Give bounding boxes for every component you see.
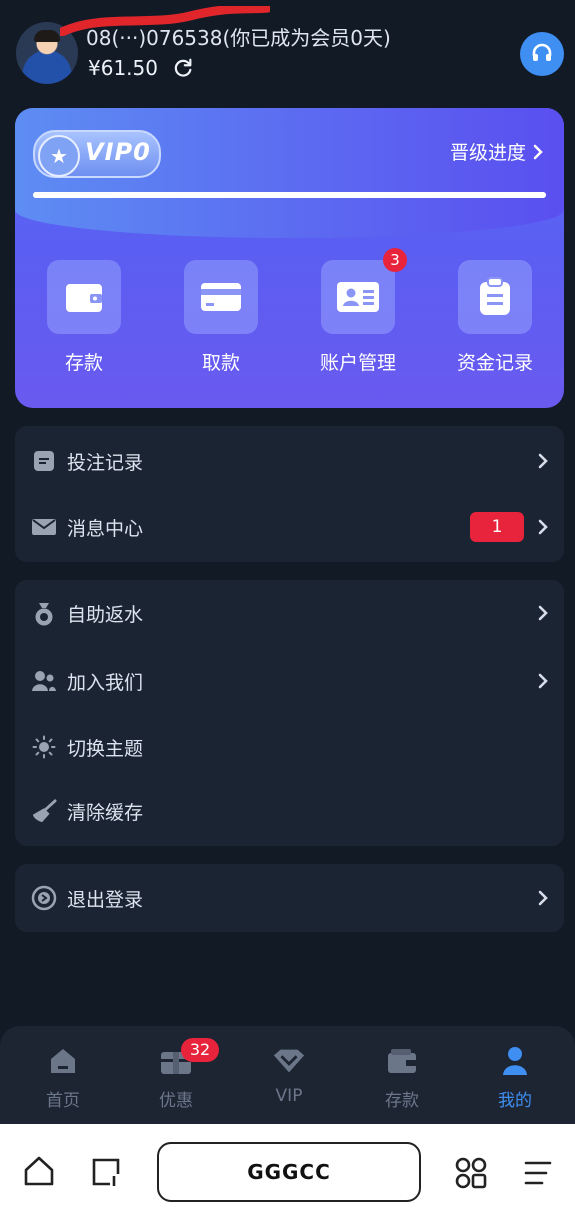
wallet-icon: [385, 1044, 419, 1078]
menu-item-join-us[interactable]: 加入我们: [15, 648, 564, 714]
promotions-count-badge: 32: [181, 1038, 219, 1062]
tab-deposit[interactable]: 存款: [357, 1044, 447, 1111]
tab-label: VIP: [275, 1086, 303, 1106]
chevron-right-icon: [538, 673, 548, 689]
chevron-right-icon: [538, 519, 548, 535]
chevron-right-icon: [538, 605, 548, 621]
menu-group-tools: 自助返水 加入我们 切换主题 清除缓存: [15, 580, 564, 846]
deposit-label: 存款: [64, 352, 103, 374]
tab-home[interactable]: 首页: [18, 1044, 108, 1111]
vip-progress-fill: [33, 192, 546, 198]
tab-label: 存款: [385, 1091, 419, 1111]
upgrade-progress-label: 晋级进度: [449, 142, 526, 164]
tab-label: 优惠: [159, 1091, 193, 1111]
home-icon: [46, 1044, 80, 1078]
envelope-icon: [31, 514, 57, 540]
vip-card: ★ VIP0 晋级进度 存款 取款 3 账户管理 资金记录: [15, 108, 564, 408]
sun-icon: [31, 734, 57, 760]
menu-item-self-rebate[interactable]: 自助返水: [15, 580, 564, 646]
tab-vip[interactable]: VIP: [244, 1044, 334, 1106]
chevron-right-icon: [533, 144, 543, 159]
menu-item-label: 切换主题: [67, 737, 144, 760]
customer-service-button[interactable]: [520, 32, 564, 76]
vip-level-text: VIP0: [85, 138, 151, 166]
unread-message-badge: 1: [470, 512, 524, 542]
fund-records-label: 资金记录: [456, 352, 533, 374]
vip-level-badge: ★ VIP0: [33, 130, 161, 178]
browser-toolbar: GGGCC: [0, 1124, 575, 1220]
apps-grid-icon[interactable]: [454, 1156, 488, 1190]
logout-icon: [31, 885, 57, 911]
fund-records-action[interactable]: 资金记录: [435, 260, 555, 375]
star-icon: ★: [38, 135, 80, 177]
refresh-icon[interactable]: [172, 57, 194, 79]
tab-label: 我的: [498, 1091, 532, 1111]
wallet-icon: [47, 260, 121, 334]
chevron-right-icon: [538, 890, 548, 906]
menu-item-label: 自助返水: [67, 603, 144, 626]
diamond-icon: [272, 1044, 306, 1078]
menu-item-bet-records[interactable]: 投注记录: [15, 428, 564, 494]
money-bag-icon: [31, 600, 57, 626]
redaction-scribble: [60, 6, 270, 36]
user-icon: [498, 1044, 532, 1078]
address-bar[interactable]: GGGCC: [157, 1142, 421, 1202]
menu-item-message-center[interactable]: 消息中心 1: [15, 494, 564, 560]
account-management-label: 账户管理: [319, 352, 396, 374]
account-notification-badge: 3: [383, 248, 407, 272]
tab-mine[interactable]: 我的: [470, 1044, 560, 1111]
menu-item-logout[interactable]: 退出登录: [15, 865, 564, 931]
home-icon[interactable]: [22, 1154, 56, 1188]
card-icon: [184, 260, 258, 334]
menu-item-label: 加入我们: [67, 671, 144, 694]
tabs-overview-icon[interactable]: [90, 1156, 122, 1188]
vip-progress-bar: [33, 192, 546, 198]
clipboard-icon: [458, 260, 532, 334]
withdraw-action[interactable]: 取款: [161, 260, 281, 375]
deposit-action[interactable]: 存款: [24, 260, 144, 375]
menu-group-logout: 退出登录: [15, 864, 564, 932]
id-card-icon: 3: [321, 248, 407, 334]
menu-item-clear-cache[interactable]: 清除缓存: [15, 778, 564, 844]
balance-amount: ¥61.50: [88, 56, 158, 80]
account-management-action[interactable]: 3 账户管理: [298, 248, 418, 375]
document-icon: [31, 448, 57, 474]
broom-icon: [31, 798, 57, 824]
bottom-tab-bar: 首页 32 优惠 VIP 存款 我的: [0, 1026, 575, 1124]
menu-item-label: 消息中心: [67, 517, 144, 540]
upgrade-progress-link[interactable]: 晋级进度: [450, 138, 544, 165]
menu-icon[interactable]: [522, 1158, 554, 1188]
menu-item-label: 清除缓存: [67, 801, 144, 824]
gift-icon: 32: [159, 1038, 219, 1078]
menu-item-switch-theme[interactable]: 切换主题: [15, 714, 564, 780]
chevron-right-icon: [538, 453, 548, 469]
tab-label: 首页: [46, 1091, 80, 1111]
menu-group-records: 投注记录 消息中心 1: [15, 426, 564, 562]
withdraw-label: 取款: [201, 352, 240, 374]
menu-item-label: 投注记录: [67, 451, 144, 474]
headset-icon: [532, 43, 552, 61]
users-icon: [31, 668, 57, 694]
menu-item-label: 退出登录: [67, 888, 144, 911]
tab-promotions[interactable]: 32 优惠: [131, 1038, 221, 1111]
